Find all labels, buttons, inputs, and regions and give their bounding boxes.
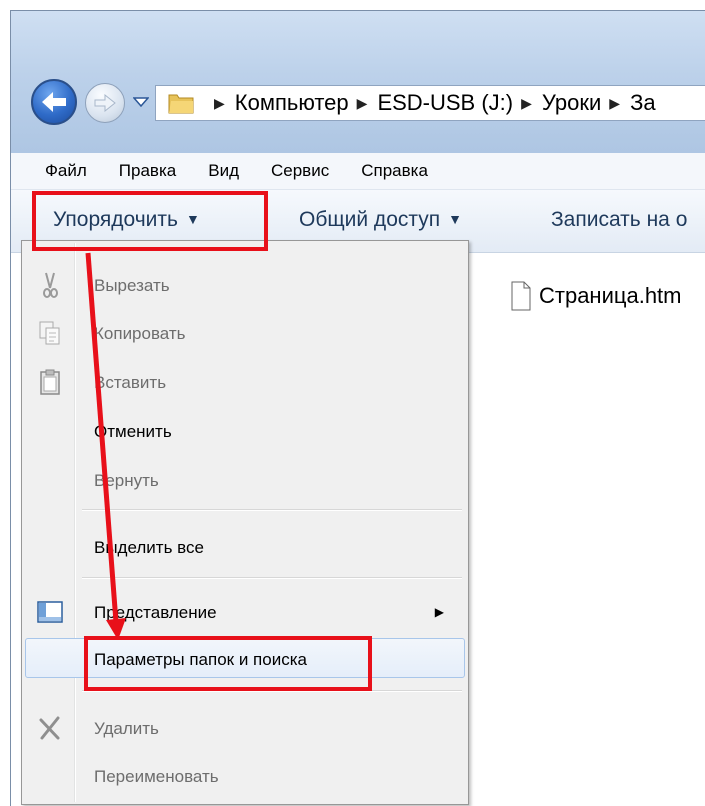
back-button[interactable] bbox=[31, 79, 77, 125]
copy-icon bbox=[39, 321, 60, 345]
breadcrumb-computer[interactable]: Компьютер bbox=[235, 90, 349, 116]
paste-icon bbox=[40, 369, 60, 395]
breadcrumb-separator-icon[interactable]: ▶ bbox=[521, 95, 532, 112]
menu-item-paste[interactable]: Вставить bbox=[22, 362, 468, 402]
address-bar[interactable]: ▶ Компьютер ▶ ESD-USB (J:) ▶ Уроки ▶ За bbox=[155, 85, 705, 121]
menu-item-label: Вырезать bbox=[94, 276, 170, 295]
forward-arrow-icon bbox=[94, 94, 116, 112]
folder-icon bbox=[168, 94, 194, 114]
breadcrumb-separator-icon[interactable]: ▶ bbox=[214, 95, 225, 112]
menu-item-label: Отменить bbox=[94, 422, 172, 441]
menu-item-cut[interactable]: Вырезать bbox=[22, 265, 468, 305]
breadcrumb-current[interactable]: За bbox=[630, 90, 656, 116]
breadcrumb-separator-icon[interactable]: ▶ bbox=[357, 95, 368, 112]
menu-view[interactable]: Вид bbox=[208, 161, 239, 181]
share-button[interactable]: Общий доступ ▼ bbox=[299, 208, 462, 232]
layout-icon bbox=[37, 601, 63, 623]
menu-item-label: Копировать bbox=[94, 324, 186, 343]
share-label: Общий доступ bbox=[299, 208, 441, 231]
recent-pages-dropdown[interactable] bbox=[133, 97, 149, 107]
menu-separator bbox=[82, 509, 462, 511]
burn-button[interactable]: Записать на о bbox=[551, 208, 687, 232]
file-name: Страница.htm bbox=[539, 283, 682, 308]
breadcrumb-drive[interactable]: ESD-USB (J:) bbox=[377, 90, 513, 116]
document-icon bbox=[511, 281, 531, 311]
highlight-organize-box bbox=[32, 191, 268, 251]
menu-bar: Файл Правка Вид Сервис Справка bbox=[11, 153, 705, 190]
menu-item-layout[interactable]: Представление ▶ bbox=[22, 592, 468, 632]
menu-item-redo[interactable]: Вернуть bbox=[22, 460, 468, 500]
organize-dropdown-menu: Вырезать Копировать Вставить Отменить Ве… bbox=[21, 240, 469, 805]
menu-item-delete[interactable]: Удалить bbox=[22, 708, 468, 748]
menu-item-rename[interactable]: Переименовать bbox=[22, 756, 468, 796]
menu-help[interactable]: Справка bbox=[361, 161, 428, 181]
delete-icon bbox=[39, 716, 60, 740]
menu-separator bbox=[82, 577, 462, 579]
menu-item-label: Переименовать bbox=[94, 767, 219, 786]
menu-tools[interactable]: Сервис bbox=[271, 161, 329, 181]
menu-item-label: Выделить все bbox=[94, 538, 204, 557]
title-bar: ▶ Компьютер ▶ ESD-USB (J:) ▶ Уроки ▶ За bbox=[11, 11, 705, 153]
menu-edit[interactable]: Правка bbox=[119, 161, 176, 181]
back-arrow-icon bbox=[42, 92, 66, 112]
menu-file[interactable]: Файл bbox=[45, 161, 87, 181]
chevron-down-icon: ▼ bbox=[448, 211, 462, 227]
forward-button[interactable] bbox=[85, 83, 125, 123]
scissors-icon bbox=[43, 272, 58, 298]
breadcrumb-separator-icon[interactable]: ▶ bbox=[609, 95, 620, 112]
menu-item-label: Вернуть bbox=[94, 471, 159, 490]
menu-item-undo[interactable]: Отменить bbox=[22, 411, 468, 451]
breadcrumb-lessons[interactable]: Уроки bbox=[542, 90, 601, 116]
menu-item-label: Представление bbox=[94, 603, 217, 622]
file-item[interactable]: Страница.htm bbox=[511, 281, 682, 311]
menu-item-label: Удалить bbox=[94, 719, 159, 738]
burn-label: Записать на о bbox=[551, 208, 688, 231]
menu-item-select-all[interactable]: Выделить все bbox=[22, 527, 468, 567]
submenu-arrow-icon: ▶ bbox=[434, 605, 444, 619]
highlight-folder-options-box bbox=[84, 636, 372, 691]
menu-item-copy[interactable]: Копировать bbox=[22, 313, 468, 353]
menu-item-label: Вставить bbox=[94, 373, 167, 392]
